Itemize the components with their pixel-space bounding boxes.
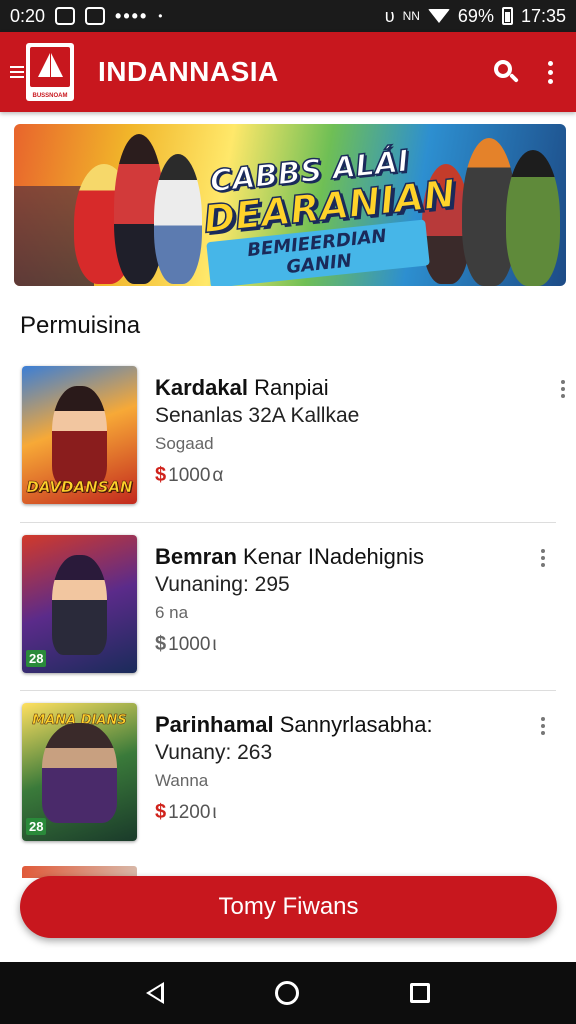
status-right: υ NN 69% 17:35 (385, 6, 566, 27)
message-icon (85, 7, 106, 25)
battery-percent: 69% (457, 5, 494, 26)
section-title: Permuisina (20, 312, 141, 339)
search-icon[interactable] (492, 58, 520, 86)
item-title-bold: Bemran (155, 544, 237, 569)
price-suffix: ι (212, 801, 217, 823)
item-title-rest: Kenar INadehignis (236, 544, 425, 569)
app-actions (492, 58, 554, 86)
item-price: $1000 α (155, 464, 556, 487)
price-value: 1000 (168, 464, 211, 486)
item-info: Kardakal Ranpiai Senanlas 32A Kallkae So… (155, 366, 556, 522)
banner-character (506, 150, 560, 286)
item-subtitle: Vunany: 263 (155, 741, 273, 764)
thumbnail-character (42, 723, 117, 823)
app-logo[interactable]: BUSSNOAM (26, 43, 74, 101)
overflow-menu-icon[interactable] (546, 60, 554, 84)
price-currency: $ (155, 633, 167, 655)
primary-action-button[interactable]: Tomy Fiwans (20, 876, 557, 938)
item-more-icon[interactable] (560, 380, 566, 398)
thumbnail-character (52, 386, 107, 486)
thumbnail-character (52, 555, 107, 655)
game-thumbnail[interactable]: MANA DIANS 28 (22, 703, 137, 841)
list-item[interactable]: MANA DIANS 28 Parinhamal Sannyrlasabha: … (20, 690, 556, 858)
banner-title: CABBS ALÁI DEARANIAN BEMIEERDIAN GANIN (198, 143, 458, 286)
system-nav-bar (0, 962, 576, 1024)
item-subtitle: Vunaning: 295 (155, 573, 290, 596)
more-notifications-icon: •••• (115, 5, 149, 26)
item-more-icon[interactable] (540, 549, 546, 567)
signal-icon: NN (402, 9, 420, 23)
status-bar: 0:20 •••• • υ NN 69% 17:35 (0, 0, 576, 32)
item-title-bold: Parinhamal (155, 712, 274, 737)
item-price: $1000 ι (155, 633, 536, 656)
notification-icon (55, 7, 76, 25)
price-suffix: α (212, 464, 224, 486)
status-left: 0:20 •••• • (10, 6, 162, 27)
back-icon[interactable] (145, 982, 164, 1004)
price-value: 1200 (168, 801, 211, 823)
promo-banner[interactable]: CABBS ALÁI DEARANIAN BEMIEERDIAN GANIN (14, 124, 566, 286)
item-title-rest: Sannyrlasabha: (273, 712, 433, 737)
home-icon[interactable] (274, 981, 299, 1005)
alarm-icon: υ (384, 5, 395, 26)
price-currency: $ (155, 801, 167, 823)
item-meta: Wanna (155, 771, 209, 790)
app-bar: BUSSNOAM INDANNASIA (0, 32, 576, 112)
price-currency: $ (155, 464, 167, 486)
price-value: 1000 (168, 633, 211, 655)
item-meta: Sogaad (155, 434, 214, 453)
dot-icon: • (158, 9, 163, 23)
item-title-rest: Ranpiai (247, 375, 329, 400)
item-more-icon[interactable] (540, 717, 546, 735)
wifi-icon (427, 9, 450, 23)
status-time-right: 17:35 (520, 5, 566, 26)
item-meta: 6 na (155, 603, 189, 622)
menu-icon[interactable] (10, 66, 24, 78)
logo-text: BUSSNOAM (32, 93, 68, 99)
logo-mark-icon (30, 47, 70, 87)
item-title: Parinhamal Sannyrlasabha: (155, 711, 536, 739)
status-time-left: 0:20 (10, 5, 46, 26)
item-info: Bemran Kenar INadehignis Vunaning: 295 6… (155, 535, 536, 690)
game-thumbnail[interactable]: DAVDANSAN (22, 366, 137, 504)
list-item[interactable]: 28 Bemran Kenar INadehignis Vunaning: 29… (20, 522, 556, 690)
list-item[interactable]: DAVDANSAN Kardakal Ranpiai Senanlas 32A … (0, 354, 576, 522)
item-info: Parinhamal Sannyrlasabha: Vunany: 263 Wa… (155, 703, 536, 858)
recents-icon[interactable] (410, 983, 431, 1003)
item-title-bold: Kardakal (155, 375, 248, 400)
item-title: Bemran Kenar INadehignis (155, 543, 536, 571)
thumbnail-badge: 28 (26, 818, 47, 835)
app-title: INDANNASIA (98, 56, 279, 87)
battery-icon (501, 7, 513, 25)
banner-character (154, 154, 202, 284)
price-suffix: ι (212, 633, 217, 655)
item-title: Kardakal Ranpiai (155, 374, 556, 402)
thumbnail-caption: DAVDANSAN (26, 478, 133, 497)
item-price: $1200 ι (155, 801, 536, 824)
item-subtitle: Senanlas 32A Kallkae (155, 404, 360, 427)
game-list: DAVDANSAN Kardakal Ranpiai Senanlas 32A … (0, 354, 576, 858)
thumbnail-badge: 28 (26, 650, 47, 667)
game-thumbnail[interactable]: 28 (22, 535, 137, 673)
